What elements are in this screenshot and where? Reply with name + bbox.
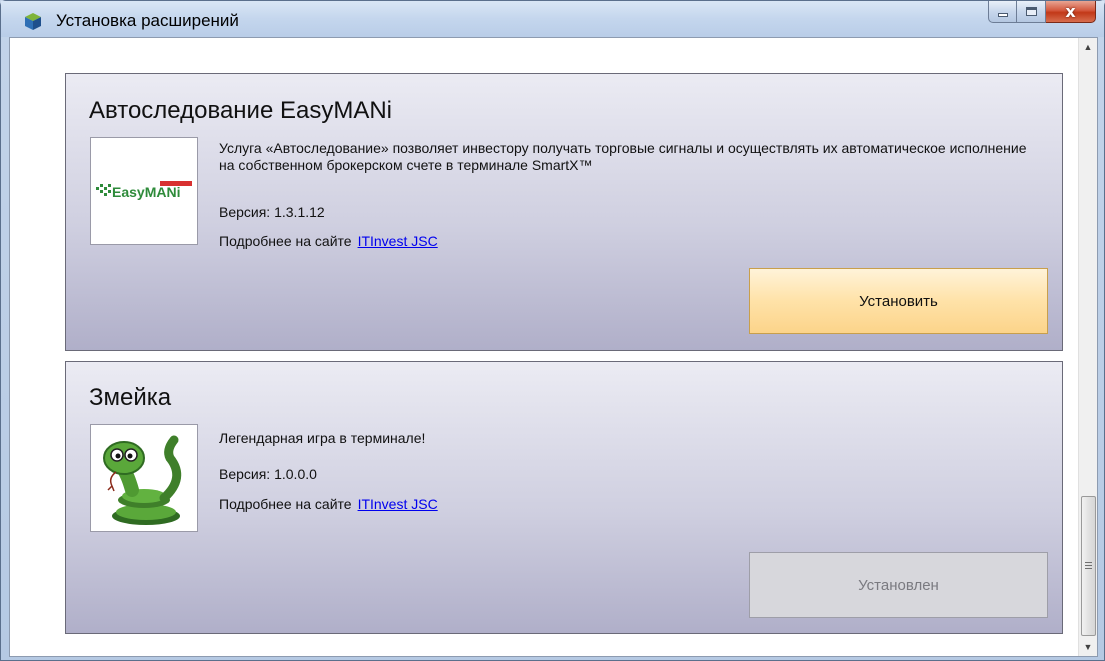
itinvest-link[interactable]: ITInvest JSC bbox=[358, 496, 438, 512]
extensions-scroll-area[interactable]: Автоследование EasyMANi EasyMANi Услуга … bbox=[10, 38, 1078, 656]
extension-card-snake: Змейка Легендарная игра в терминале! Вер… bbox=[65, 361, 1063, 634]
vertical-scrollbar[interactable]: ▲ ▼ bbox=[1078, 38, 1097, 656]
easymani-logo: EasyMANi bbox=[90, 137, 198, 245]
maximize-icon bbox=[1025, 7, 1037, 16]
install-button[interactable]: Установить bbox=[749, 268, 1048, 334]
svg-text:EasyMANi: EasyMANi bbox=[112, 184, 180, 200]
title-bar[interactable]: Установка расширений x bbox=[1, 1, 1104, 37]
itinvest-link[interactable]: ITInvest JSC bbox=[358, 233, 438, 249]
grip-icon bbox=[1085, 562, 1092, 570]
extensions-install-window: Установка расширений x Автоследование Ea… bbox=[0, 0, 1105, 661]
more-info-line: Подробнее на сайте ITInvest JSC bbox=[219, 233, 438, 249]
extension-title: Змейка bbox=[89, 384, 172, 411]
close-button[interactable]: x bbox=[1046, 1, 1096, 23]
extension-description: Услуга «Автоследование» позволяет инвест… bbox=[219, 140, 1027, 173]
scrollbar-thumb[interactable] bbox=[1081, 496, 1096, 636]
extension-version: Версия: 1.3.1.12 bbox=[219, 204, 325, 220]
more-info-label: Подробнее на сайте bbox=[219, 496, 352, 512]
scroll-down-arrow-icon[interactable]: ▼ bbox=[1079, 638, 1097, 656]
window-title: Установка расширений bbox=[56, 11, 239, 30]
extension-version: Версия: 1.0.0.0 bbox=[219, 466, 317, 482]
caption-buttons: x bbox=[988, 1, 1096, 23]
more-info-label: Подробнее на сайте bbox=[219, 233, 352, 249]
close-icon: x bbox=[1065, 2, 1076, 21]
package-cube-icon bbox=[23, 11, 43, 31]
extension-title: Автоследование EasyMANi bbox=[89, 97, 392, 124]
scroll-up-arrow-icon[interactable]: ▲ bbox=[1079, 38, 1097, 56]
installed-button[interactable]: Установлен bbox=[749, 552, 1048, 618]
extension-card-easymani: Автоследование EasyMANi EasyMANi Услуга … bbox=[65, 73, 1063, 351]
extension-description: Легендарная игра в терминале! bbox=[219, 430, 426, 446]
extensions-list-panel: Автоследование EasyMANi EasyMANi Услуга … bbox=[9, 37, 1098, 657]
minimize-button[interactable] bbox=[988, 1, 1017, 23]
minimize-icon bbox=[997, 13, 1008, 17]
snake-icon bbox=[90, 424, 198, 532]
maximize-button[interactable] bbox=[1017, 1, 1046, 23]
more-info-line: Подробнее на сайте ITInvest JSC bbox=[219, 496, 438, 512]
